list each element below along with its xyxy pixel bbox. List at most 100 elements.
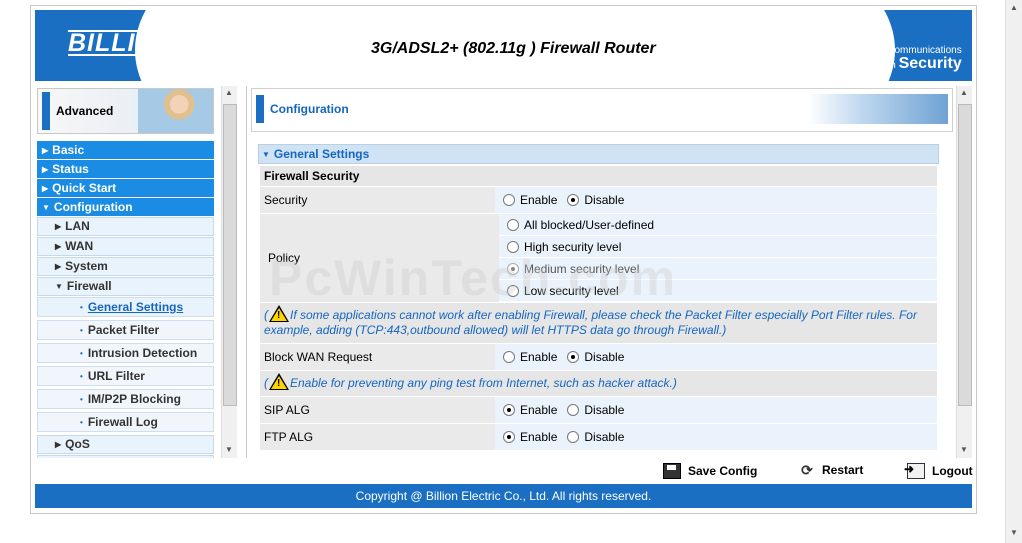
- action-bar: Save Config ⟳ Restart Logout: [31, 461, 976, 486]
- sip-alg-disable-option[interactable]: Disable: [567, 403, 624, 417]
- person-image: [138, 89, 213, 133]
- sidebar-item-label: Packet Filter: [87, 323, 160, 337]
- sidebar-item-qos[interactable]: ▶ QoS: [37, 435, 214, 454]
- scroll-up-icon[interactable]: ▲: [960, 88, 968, 97]
- settings-panel: ▼ General Settings Firewall Security Secu…: [258, 144, 939, 451]
- sidebar-item-label: Firewall Log: [87, 415, 158, 429]
- sidebar-item-lan[interactable]: ▶ LAN: [37, 217, 214, 236]
- ftp-alg-row: FTP ALG Enable Disable: [260, 424, 937, 450]
- sidebar-nav: ▶ Basic ▶ Status ▶ Quick Start ▼ Configuration ▶…: [37, 141, 214, 458]
- tagline-big: Security: [898, 55, 962, 72]
- ftp-alg-disable-radio[interactable]: [567, 431, 580, 443]
- block-wan-row: Block WAN Request Enable Disable: [260, 344, 937, 370]
- sidebar-item-basic[interactable]: ▶ Basic: [37, 141, 214, 159]
- policy-radio[interactable]: [507, 284, 519, 297]
- sip-alg-enable-radio[interactable]: [503, 404, 515, 416]
- section-title: General Settings: [273, 147, 370, 161]
- sidebar-item-wan[interactable]: ▶ WAN: [37, 237, 214, 256]
- block-wan-disable-option[interactable]: Disable: [567, 350, 624, 364]
- ftp-alg-label: FTP ALG: [260, 424, 495, 450]
- save-config-button[interactable]: Save Config: [663, 463, 757, 479]
- block-wan-enable-option[interactable]: Enable: [503, 350, 557, 364]
- caret-right-icon: ▶: [55, 222, 62, 231]
- caret-right-icon: ▶: [42, 165, 49, 174]
- ping-warning-note: (Enable for preventing any ping test fro…: [260, 371, 937, 396]
- scroll-down-icon[interactable]: ▼: [960, 445, 968, 454]
- sip-alg-disable-radio[interactable]: [567, 404, 580, 416]
- sidebar-item-im-p2p-blocking[interactable]: • IM/P2P Blocking: [37, 389, 214, 409]
- security-disable-option[interactable]: Disable: [567, 193, 624, 207]
- security-enable-radio[interactable]: [503, 194, 515, 206]
- sidebar-item-label: System: [65, 259, 108, 273]
- policy-radio[interactable]: [507, 240, 519, 253]
- ftp-alg-enable-radio[interactable]: [503, 431, 515, 443]
- sidebar-item-label: Status: [52, 162, 89, 176]
- sidebar-item-firewall-log[interactable]: • Firewall Log: [37, 412, 214, 432]
- sidebar-scrollbar[interactable]: ▲ ▼: [221, 86, 237, 458]
- content-scrollbar[interactable]: ▲ ▼: [956, 86, 972, 458]
- caret-down-icon: ▼: [42, 203, 50, 212]
- note-paren: (: [264, 308, 268, 322]
- bullet-icon: •: [80, 349, 83, 358]
- scroll-thumb[interactable]: [223, 104, 237, 406]
- caret-right-icon: ▶: [55, 456, 61, 458]
- policy-option[interactable]: High security level: [499, 236, 937, 257]
- sidebar-item-url-filter[interactable]: • URL Filter: [37, 366, 214, 386]
- sidebar-item-status[interactable]: ▶ Status: [37, 160, 214, 178]
- option-label: Low security level: [524, 283, 619, 298]
- option-label: All blocked/User-defined: [524, 217, 655, 232]
- sidebar-item-intrusion-detection[interactable]: • Intrusion Detection: [37, 343, 214, 363]
- sidebar-item-general-settings[interactable]: • General Settings: [37, 297, 214, 317]
- note-paren: (: [264, 376, 268, 390]
- security-disable-radio[interactable]: [567, 194, 580, 206]
- logout-button[interactable]: Logout: [904, 462, 973, 479]
- save-icon: [663, 463, 681, 479]
- sidebar: Advanced ▶ Basic ▶ Status ▶ Quick Start ▼ Confi…: [35, 86, 240, 458]
- ftp-alg-enable-option[interactable]: Enable: [503, 430, 557, 444]
- option-label: High security level: [524, 239, 622, 254]
- caret-right-icon: ▶: [55, 242, 62, 251]
- option-label: Enable: [520, 193, 558, 207]
- scroll-down-icon[interactable]: ▼: [225, 445, 233, 454]
- page-title: Configuration: [270, 102, 349, 116]
- scroll-up-icon[interactable]: ▲: [1010, 3, 1018, 12]
- caret-down-icon: ▼: [55, 282, 63, 291]
- caret-down-icon: ▼: [262, 150, 270, 159]
- accent-bar: [256, 95, 264, 123]
- policy-option[interactable]: All blocked/User-defined: [499, 214, 937, 235]
- scroll-up-icon[interactable]: ▲: [225, 88, 233, 97]
- group-header: Firewall Security: [260, 166, 937, 186]
- scroll-thumb[interactable]: [958, 104, 972, 406]
- caret-right-icon: ▶: [42, 184, 49, 193]
- footer: Copyright @ Billion Electric Co., Ltd. A…: [35, 484, 972, 508]
- tagline-with: with: [878, 60, 896, 71]
- policy-radio[interactable]: [507, 262, 519, 275]
- window-scrollbar[interactable]: ▲ ▼: [1005, 0, 1022, 543]
- scroll-down-icon[interactable]: ▼: [1010, 528, 1018, 537]
- sip-alg-label: SIP ALG: [260, 397, 495, 423]
- sidebar-item-virtual-server[interactable]: ▶ Virtual Server: [37, 455, 214, 458]
- restart-icon: ⟳: [801, 462, 813, 478]
- sidebar-item-configuration[interactable]: ▼ Configuration: [37, 198, 214, 216]
- policy-radio[interactable]: [507, 218, 519, 231]
- block-wan-enable-radio[interactable]: [503, 351, 515, 363]
- security-label: Security: [260, 187, 495, 213]
- section-header[interactable]: ▼ General Settings: [258, 144, 939, 164]
- policy-option[interactable]: Medium security level: [499, 258, 937, 279]
- ftp-alg-disable-option[interactable]: Disable: [567, 430, 624, 444]
- swoosh-decoration: [205, 10, 329, 81]
- content-header: Configuration: [251, 88, 953, 132]
- security-enable-option[interactable]: Enable: [503, 193, 557, 207]
- sidebar-item-firewall[interactable]: ▼ Firewall: [37, 277, 214, 296]
- sidebar-item-quick-start[interactable]: ▶ Quick Start: [37, 179, 214, 197]
- policy-option[interactable]: Low security level: [499, 280, 937, 301]
- restart-button[interactable]: ⟳ Restart: [799, 463, 863, 477]
- sidebar-item-label: Intrusion Detection: [87, 346, 198, 360]
- option-label: Disable: [584, 403, 625, 417]
- sip-alg-enable-option[interactable]: Enable: [503, 403, 557, 417]
- ftp-alg-options: Enable Disable: [495, 424, 937, 450]
- billion-logo: BILLION: [68, 29, 175, 57]
- sidebar-item-packet-filter[interactable]: • Packet Filter: [37, 320, 214, 340]
- block-wan-disable-radio[interactable]: [567, 351, 580, 363]
- sidebar-item-system[interactable]: ▶ System: [37, 257, 214, 276]
